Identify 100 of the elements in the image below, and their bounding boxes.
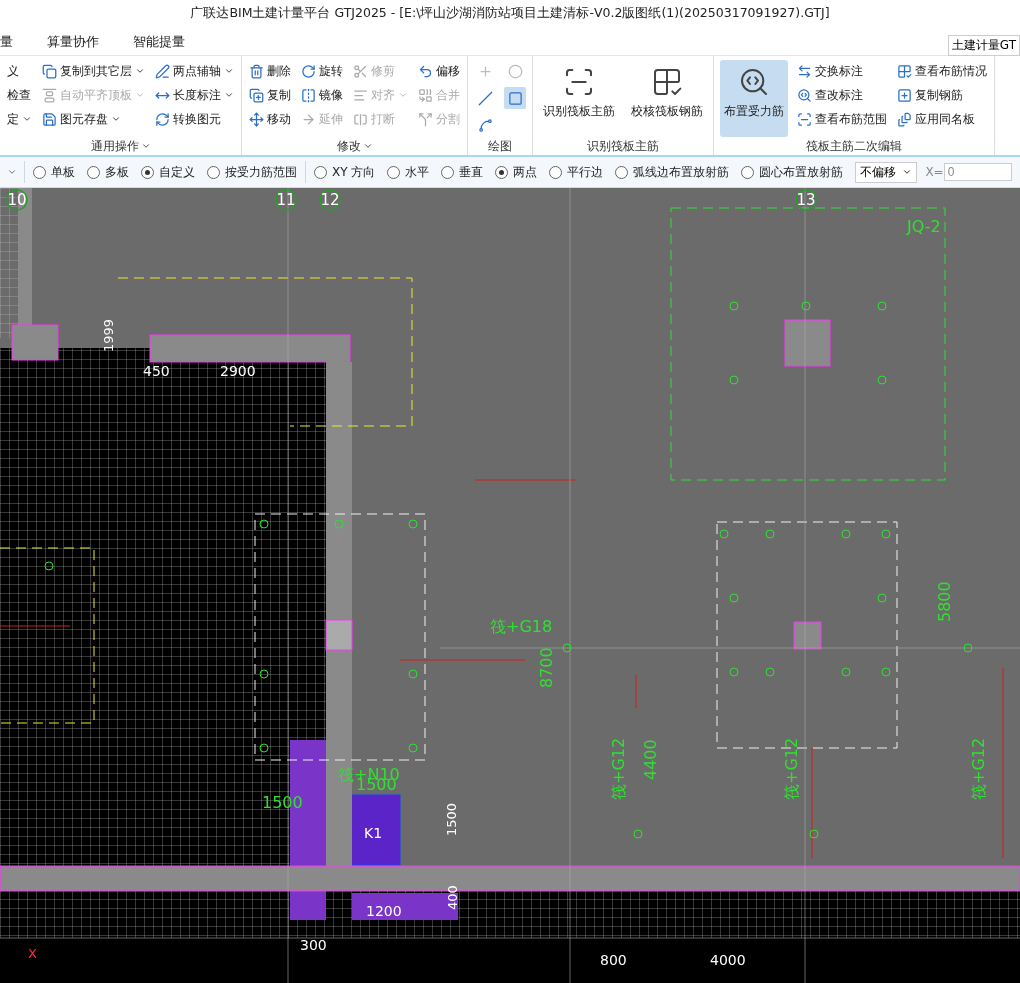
rebar-circle (765, 529, 775, 539)
product-dropdown[interactable]: 土建计量GT (947, 34, 1020, 56)
radio-option[interactable]: 平行边 (549, 163, 604, 181)
group-title: 通用操作 (6, 137, 235, 156)
axis-bubble: 10 (6, 189, 28, 211)
radio-button[interactable] (33, 165, 46, 179)
dimension-label: 400 (445, 885, 460, 910)
menu-tab[interactable]: 算量协作 (47, 32, 99, 51)
rebar-circle (44, 561, 54, 571)
ribbon-large-button[interactable]: 校核筏板钢筋 (627, 60, 707, 138)
ribbon-button[interactable]: 查改标注 (796, 84, 888, 107)
rebar-circle (408, 519, 418, 529)
combine-icon (418, 87, 433, 103)
radio-option[interactable]: 自定义 (141, 163, 195, 181)
dimension-label: 300 (300, 937, 327, 953)
ribbon-button[interactable]: 移动 (248, 108, 292, 131)
dimension-label: 450 (143, 363, 170, 379)
scan-icon (797, 111, 812, 127)
rebar-circle (841, 667, 851, 677)
radio-button[interactable] (141, 165, 154, 179)
radio-option[interactable]: 垂直 (441, 163, 484, 181)
ribbon-button[interactable]: 旋转 (300, 60, 344, 83)
column-block (325, 619, 353, 651)
ribbon-large-button[interactable]: 布置受力筋 (720, 60, 788, 138)
rebar-label: 筏+G18 (490, 617, 553, 636)
dimension-label: 2900 (220, 363, 256, 379)
ribbon-button[interactable]: 两点辅轴 (154, 60, 235, 83)
rebar-circle (633, 829, 643, 839)
ribbon-button[interactable]: 定 (6, 108, 33, 131)
plus-icon (477, 63, 493, 79)
radio-option[interactable]: 弧线边布置放射筋 (615, 163, 730, 181)
radio-option[interactable]: 单板 (33, 163, 75, 181)
grid-check-icon (897, 63, 912, 79)
rebar-label: JQ-2 (907, 217, 941, 236)
radio-option[interactable]: 按受力筋范围 (207, 163, 297, 181)
radio-button[interactable] (615, 165, 629, 179)
radio-button[interactable] (441, 165, 455, 179)
radio-button[interactable] (741, 165, 755, 179)
move-icon (249, 111, 264, 127)
radio-button[interactable] (387, 165, 401, 179)
rebar-circle (729, 593, 739, 603)
radio-button[interactable] (495, 165, 509, 179)
curved-arrow-icon (418, 63, 433, 79)
radio-option[interactable]: 两点 (495, 163, 538, 181)
dimension-label: 4000 (710, 952, 746, 968)
search-icon (797, 87, 812, 103)
radio-button[interactable] (87, 165, 100, 179)
radio-button[interactable] (207, 165, 220, 179)
x-label: X= (925, 165, 944, 180)
radio-option[interactable]: 多板 (87, 163, 129, 181)
rebar-circle (562, 643, 572, 653)
ribbon-button[interactable]: 偏移 (417, 60, 461, 83)
save-icon (42, 111, 57, 127)
stack-icon (897, 111, 912, 127)
menu-tab[interactable]: 量 (0, 32, 13, 51)
ribbon-button[interactable]: 应用同名板 (896, 108, 988, 131)
rebar-circle (809, 829, 819, 839)
ribbon-button[interactable]: 转换图元 (154, 108, 235, 131)
rebar-circle (729, 375, 739, 385)
rebar-circle (259, 743, 269, 753)
rebar-circle (801, 301, 811, 311)
radio-button[interactable] (314, 165, 327, 179)
rebar-circle (719, 529, 729, 539)
copy-icon (42, 63, 57, 79)
radio-option[interactable]: 水平 (387, 163, 430, 181)
ribbon-button[interactable]: 义 (6, 60, 33, 83)
dimension-label: K1 (364, 825, 383, 841)
ribbon-button[interactable]: 查看布筋范围 (796, 108, 888, 131)
ribbon-button[interactable]: 图元存盘 (41, 108, 146, 131)
ribbon-button[interactable]: 长度标注 (154, 84, 235, 107)
x-input-field[interactable]: 0 (943, 163, 1012, 182)
ribbon-large-button[interactable]: 识别筏板主筋 (539, 60, 619, 138)
group-title: 修改 (248, 137, 461, 156)
offset-dropdown[interactable]: 不偏移 (855, 161, 918, 183)
rebar-circle (881, 529, 891, 539)
ribbon-button[interactable]: 交换标注 (796, 60, 888, 83)
rebar-label: 4400 (641, 739, 660, 780)
rebar-label: 筏+G12 (782, 737, 801, 800)
radio-option[interactable]: XY 方向 (314, 163, 376, 181)
ribbon-button[interactable]: 复制到其它层 (41, 60, 146, 83)
radio-option[interactable]: 圆心布置放射筋 (741, 163, 844, 181)
column-block (11, 324, 59, 361)
radio-button[interactable] (549, 165, 563, 179)
ribbon-button[interactable]: 查看布筋情况 (896, 60, 988, 83)
ribbon-button[interactable]: 删除 (248, 60, 292, 83)
ribbon-button[interactable]: 镜像 (300, 84, 344, 107)
rebar-circle (877, 301, 887, 311)
axis-label: X (28, 946, 37, 961)
curve-icon (477, 117, 493, 133)
menu-tab[interactable]: 智能提量 (133, 32, 185, 51)
rebar-circle (765, 667, 775, 677)
rebar-circle (729, 667, 739, 677)
rebar-label: 筏+G12 (969, 737, 988, 800)
rotate-icon (301, 63, 316, 79)
ribbon-button[interactable]: 复制钢筋 (896, 84, 988, 107)
ribbon-button[interactable]: 检查 (6, 84, 33, 107)
ribbon-button[interactable]: 复制 (248, 84, 292, 107)
rebar-circle (334, 519, 344, 529)
axis-bubble: 13 (795, 189, 817, 211)
draw-tool-button[interactable] (504, 87, 526, 110)
